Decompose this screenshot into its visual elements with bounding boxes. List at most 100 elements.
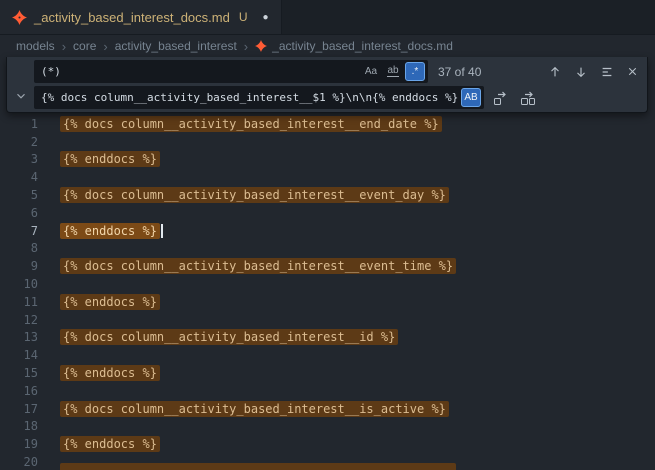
line-number: 11 <box>0 295 38 309</box>
line-number: 2 <box>0 135 38 149</box>
line-number: 6 <box>0 206 38 220</box>
chevron-right-icon: › <box>62 39 66 54</box>
line-number: 16 <box>0 384 38 398</box>
line-number: 19 <box>0 437 38 451</box>
line-content[interactable]: {% enddocs %} <box>60 151 160 167</box>
replace-value-text[interactable]: {% docs column__activity_based_interest_… <box>41 91 459 104</box>
line-number: 12 <box>0 313 38 327</box>
replace-all-button[interactable] <box>519 89 536 107</box>
line-content[interactable]: {% enddocs %} <box>60 365 160 381</box>
line-content[interactable]: {% docs column__activity_based_interest_… <box>60 187 449 203</box>
preserve-case-button[interactable]: AB <box>461 88 481 107</box>
search-match: {% docs column__activity_based_interest_… <box>60 401 449 417</box>
search-match: {% docs column__activity_based_interest_… <box>60 329 398 345</box>
editor-line[interactable]: 5 {% docs column__activity_based_interest… <box>0 186 655 204</box>
whole-word-button[interactable]: ab <box>383 62 403 81</box>
unsaved-changes-dot[interactable]: ● <box>263 12 269 23</box>
line-number: 9 <box>0 259 38 273</box>
editor-lines: 1 {% docs column__activity_based_interest… <box>0 115 655 470</box>
editor-line[interactable]: 6 <box>0 204 655 222</box>
close-find-button[interactable] <box>624 63 641 81</box>
editor-tab[interactable]: _activity_based_interest_docs.md U ● <box>0 0 282 34</box>
search-match: {% enddocs %} <box>60 365 160 381</box>
search-match: {% enddocs %} <box>60 436 160 452</box>
line-number: 8 <box>0 241 38 255</box>
line-number: 10 <box>0 277 38 291</box>
breadcrumb-item-file[interactable]: _activity_based_interest_docs.md <box>255 39 453 53</box>
editor-line[interactable]: 1 {% docs column__activity_based_interest… <box>0 115 655 133</box>
editor-line[interactable]: 13 {% docs column__activity_based_interes… <box>0 329 655 347</box>
regex-button[interactable]: .* <box>405 62 425 81</box>
editor-line[interactable]: 14 <box>0 346 655 364</box>
editor-line[interactable]: 3 {% enddocs %} <box>0 151 655 169</box>
line-content[interactable] <box>60 454 456 470</box>
breadcrumb-item-folder[interactable]: activity_based_interest <box>115 39 237 53</box>
search-match: {% docs column__activity_based_interest_… <box>60 116 442 132</box>
search-match: {% docs column__activity_based_interest_… <box>60 258 456 274</box>
line-content[interactable]: {% enddocs %} <box>60 223 163 239</box>
tab-filename: _activity_based_interest_docs.md <box>34 10 230 25</box>
line-content[interactable]: {% enddocs %} <box>60 436 160 452</box>
search-match-partial <box>60 463 456 470</box>
close-icon <box>626 65 639 78</box>
toggle-replace-button[interactable] <box>7 60 34 109</box>
line-number: 14 <box>0 348 38 362</box>
editor-line[interactable]: 20 <box>0 453 655 470</box>
breadcrumb-item-core[interactable]: core <box>73 39 96 53</box>
replace-button[interactable] <box>492 89 509 107</box>
editor-line[interactable]: 16 <box>0 382 655 400</box>
line-number: 3 <box>0 152 38 166</box>
line-number: 4 <box>0 170 38 184</box>
match-count-label: 37 of 40 <box>438 65 481 79</box>
line-number: 20 <box>0 455 38 469</box>
editor-line[interactable]: 17 {% docs column__activity_based_interes… <box>0 400 655 418</box>
line-content[interactable]: {% docs column__activity_based_interest_… <box>60 329 398 345</box>
find-query-text[interactable]: (*) <box>41 65 359 78</box>
text-cursor <box>161 224 163 238</box>
editor-line[interactable]: 9 {% docs column__activity_based_interest… <box>0 257 655 275</box>
editor-line[interactable]: 10 <box>0 275 655 293</box>
dbt-file-icon <box>255 40 267 52</box>
selection-lines-icon <box>600 65 614 79</box>
line-number: 1 <box>0 117 38 131</box>
chevron-down-icon <box>14 89 28 103</box>
search-match: {% enddocs %} <box>60 223 160 239</box>
line-number: 5 <box>0 188 38 202</box>
find-input[interactable]: (*) Aa ab .* <box>34 60 428 83</box>
chevron-right-icon: › <box>103 39 107 54</box>
vscode-window: _activity_based_interest_docs.md U ● mod… <box>0 0 655 470</box>
previous-match-button[interactable] <box>546 63 563 81</box>
editor-line[interactable]: 4 <box>0 168 655 186</box>
line-number: 7 <box>0 224 38 238</box>
editor-line[interactable]: 15 {% enddocs %} <box>0 364 655 382</box>
editor-line[interactable]: 11 {% enddocs %} <box>0 293 655 311</box>
breadcrumb: models › core › activity_based_interest … <box>0 35 655 57</box>
line-number: 15 <box>0 366 38 380</box>
find-replace-widget: (*) Aa ab .* 37 of 40 <box>6 57 648 113</box>
tab-bar: _activity_based_interest_docs.md U ● <box>0 0 655 35</box>
search-match: {% enddocs %} <box>60 294 160 310</box>
editor-line[interactable]: 19 {% enddocs %} <box>0 435 655 453</box>
editor-line[interactable]: 12 <box>0 311 655 329</box>
line-content[interactable]: {% enddocs %} <box>60 294 160 310</box>
replace-input[interactable]: {% docs column__activity_based_interest_… <box>34 86 484 109</box>
line-content[interactable]: {% docs column__activity_based_interest_… <box>60 258 456 274</box>
dbt-file-icon <box>12 10 27 25</box>
line-number: 17 <box>0 402 38 416</box>
editor-line[interactable]: 18 <box>0 418 655 436</box>
find-row: (*) Aa ab .* 37 of 40 <box>34 60 641 83</box>
line-content[interactable]: {% docs column__activity_based_interest_… <box>60 116 442 132</box>
find-in-selection-button[interactable] <box>598 63 615 81</box>
search-match: {% docs column__activity_based_interest_… <box>60 187 449 203</box>
line-content[interactable]: {% docs column__activity_based_interest_… <box>60 401 449 417</box>
match-case-button[interactable]: Aa <box>361 62 381 81</box>
editor-line[interactable]: 2 <box>0 133 655 151</box>
editor-line[interactable]: 7 {% enddocs %} <box>0 222 655 240</box>
next-match-button[interactable] <box>572 63 589 81</box>
chevron-right-icon: › <box>244 39 248 54</box>
replace-icon <box>493 90 509 106</box>
breadcrumb-item-models[interactable]: models <box>16 39 55 53</box>
editor-line[interactable]: 8 <box>0 240 655 258</box>
arrow-up-icon <box>548 65 562 79</box>
line-number: 13 <box>0 330 38 344</box>
